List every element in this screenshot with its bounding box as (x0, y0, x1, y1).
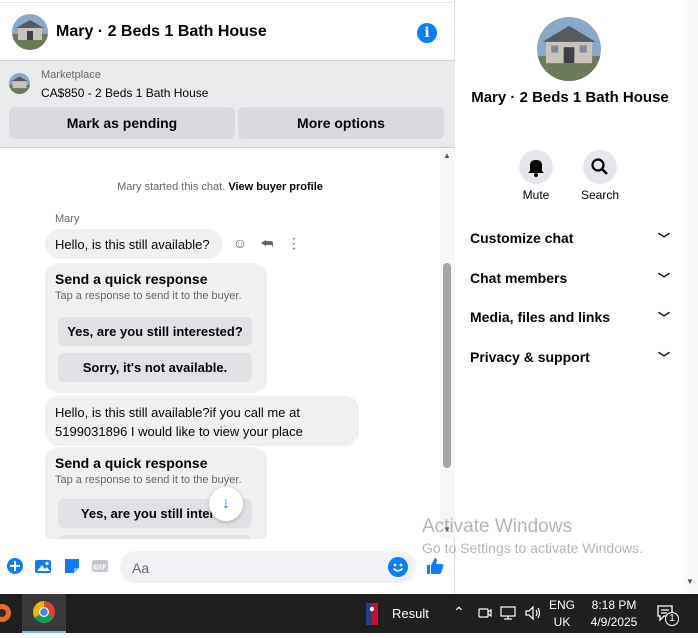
watermark-subtitle: Go to Settings to activate Windows. (422, 540, 643, 556)
quick-response-title: Send a quick response (55, 455, 208, 471)
quick-response-sorry-button[interactable] (58, 535, 252, 539)
chat-header: Mary · 2 Beds 1 Bath House i (0, 2, 455, 60)
search-action[interactable]: Search (570, 150, 630, 202)
notification-count: 1 (665, 612, 679, 626)
message-actions: ☺ ⮪ ⋮ (232, 235, 302, 251)
search-label: Search (580, 188, 620, 202)
language-indicator[interactable]: ENG UK (548, 597, 576, 631)
reply-icon[interactable]: ⮪ (259, 235, 275, 251)
marketplace-label: Marketplace (41, 69, 101, 81)
taskbar-app-icon[interactable] (0, 594, 14, 633)
activate-windows-watermark: Activate Windows Go to Settings to activ… (422, 516, 643, 556)
section-customize-chat[interactable]: Customize chat ﹀ (470, 230, 670, 252)
message-list: Mary started this chat. View buyer profi… (0, 149, 440, 539)
network-icon[interactable] (500, 606, 516, 620)
message-input[interactable]: Aa (120, 551, 416, 583)
section-privacy-support[interactable]: Privacy & support ﹀ (470, 349, 670, 371)
chat-started-note: Mary started this chat. View buyer profi… (0, 181, 440, 193)
language-code: ENG (548, 598, 575, 612)
chevron-up-icon[interactable]: ⌃ (453, 604, 465, 621)
listing-thumbnail[interactable] (9, 73, 30, 94)
section-media-files-links[interactable]: Media, files and links ﹀ (470, 309, 670, 331)
mute-action[interactable]: Mute (506, 150, 566, 202)
keyboard-layout: UK (553, 615, 571, 629)
quick-response-title: Send a quick response (55, 271, 208, 287)
search-icon[interactable] (583, 150, 617, 184)
meet-icon[interactable] (478, 606, 492, 620)
nba-icon[interactable] (366, 603, 378, 625)
add-icon[interactable] (6, 557, 24, 575)
quick-response-subtitle: Tap a response to send it to the buyer. (55, 290, 242, 302)
message-scrollbar[interactable]: ▲ ▼ (440, 149, 455, 539)
volume-icon[interactable] (524, 605, 542, 621)
system-note-text: Mary started this chat. (117, 181, 226, 193)
scroll-down-arrow-icon[interactable]: ▼ (686, 577, 694, 586)
result-label[interactable]: Result (392, 606, 429, 621)
chrome-icon (33, 601, 55, 623)
windows-taskbar: Result ⌃ ENG UK 8:18 PM 4/9/2025 1 (0, 594, 698, 633)
message-bubble[interactable]: Hello, is this still available?if you ca… (45, 396, 359, 446)
more-options-button[interactable]: More options (238, 107, 444, 139)
marketplace-banner: Marketplace CA$850 - 2 Beds 1 Bath House… (0, 60, 455, 148)
bell-icon[interactable] (519, 150, 553, 184)
clock-date: 4/9/2025 (590, 615, 638, 629)
emoji-icon[interactable] (388, 557, 408, 577)
mark-pending-button[interactable]: Mark as pending (9, 107, 235, 139)
contact-avatar[interactable] (12, 13, 48, 50)
chrome-taskbar-button[interactable] (22, 594, 66, 633)
section-label: Privacy & support (470, 349, 590, 365)
panel-avatar[interactable] (537, 17, 601, 81)
watermark-title: Activate Windows (422, 516, 572, 537)
sticker-icon[interactable] (63, 557, 81, 575)
info-icon[interactable]: i (417, 23, 437, 43)
section-label: Media, files and links (470, 309, 611, 325)
sender-name: Mary (55, 213, 80, 225)
quick-response-subtitle: Tap a response to send it to the buyer. (55, 474, 242, 486)
svg-text:GIF: GIF (93, 564, 106, 572)
chevron-down-icon: ﹀ (657, 272, 670, 286)
like-icon[interactable] (425, 556, 445, 576)
scroll-down-icon[interactable]: ↓ (209, 487, 243, 521)
message-bubble[interactable]: Hello, is this still available? (45, 229, 223, 259)
chat-title[interactable]: Mary · 2 Beds 1 Bath House (56, 23, 267, 41)
more-icon[interactable]: ⋮ (286, 235, 302, 251)
clock-time: 8:18 PM (591, 598, 637, 612)
section-label: Chat members (470, 270, 568, 286)
section-chat-members[interactable]: Chat members ﹀ (470, 270, 670, 292)
react-icon[interactable]: ☺ (232, 235, 248, 251)
page-scrollbar[interactable]: ▼ (684, 0, 698, 594)
listing-title[interactable]: CA$850 - 2 Beds 1 Bath House (41, 86, 208, 100)
gif-icon[interactable]: GIF (91, 557, 109, 575)
quick-response-card: Send a quick response Tap a response to … (45, 263, 267, 393)
chevron-down-icon: ﹀ (657, 311, 670, 325)
quick-response-yes-button[interactable]: Yes, are you still interested? (58, 317, 252, 346)
chevron-down-icon: ﹀ (657, 351, 670, 365)
quick-response-sorry-button[interactable]: Sorry, it's not available. (58, 353, 252, 382)
scroll-up-arrow-icon[interactable]: ▲ (443, 151, 451, 160)
scrollbar-thumb[interactable] (443, 263, 451, 468)
chevron-down-icon: ﹀ (657, 232, 670, 246)
view-buyer-profile-link[interactable]: View buyer profile (228, 181, 323, 193)
section-label: Customize chat (470, 230, 574, 246)
mute-label: Mute (522, 188, 550, 202)
photo-icon[interactable] (34, 557, 52, 575)
panel-title: Mary · 2 Beds 1 Bath House (471, 89, 669, 106)
composer: GIF Aa (0, 548, 455, 588)
chat-pane: Mary · 2 Beds 1 Bath House i Marketplace… (0, 0, 455, 594)
messenger-window: Mary · 2 Beds 1 Bath House i Marketplace… (0, 0, 698, 594)
message-input-placeholder: Aa (132, 560, 150, 576)
clock[interactable]: 8:18 PM 4/9/2025 (586, 597, 642, 631)
chat-info-panel: Mary · 2 Beds 1 Bath House Mute Search C… (456, 0, 684, 594)
